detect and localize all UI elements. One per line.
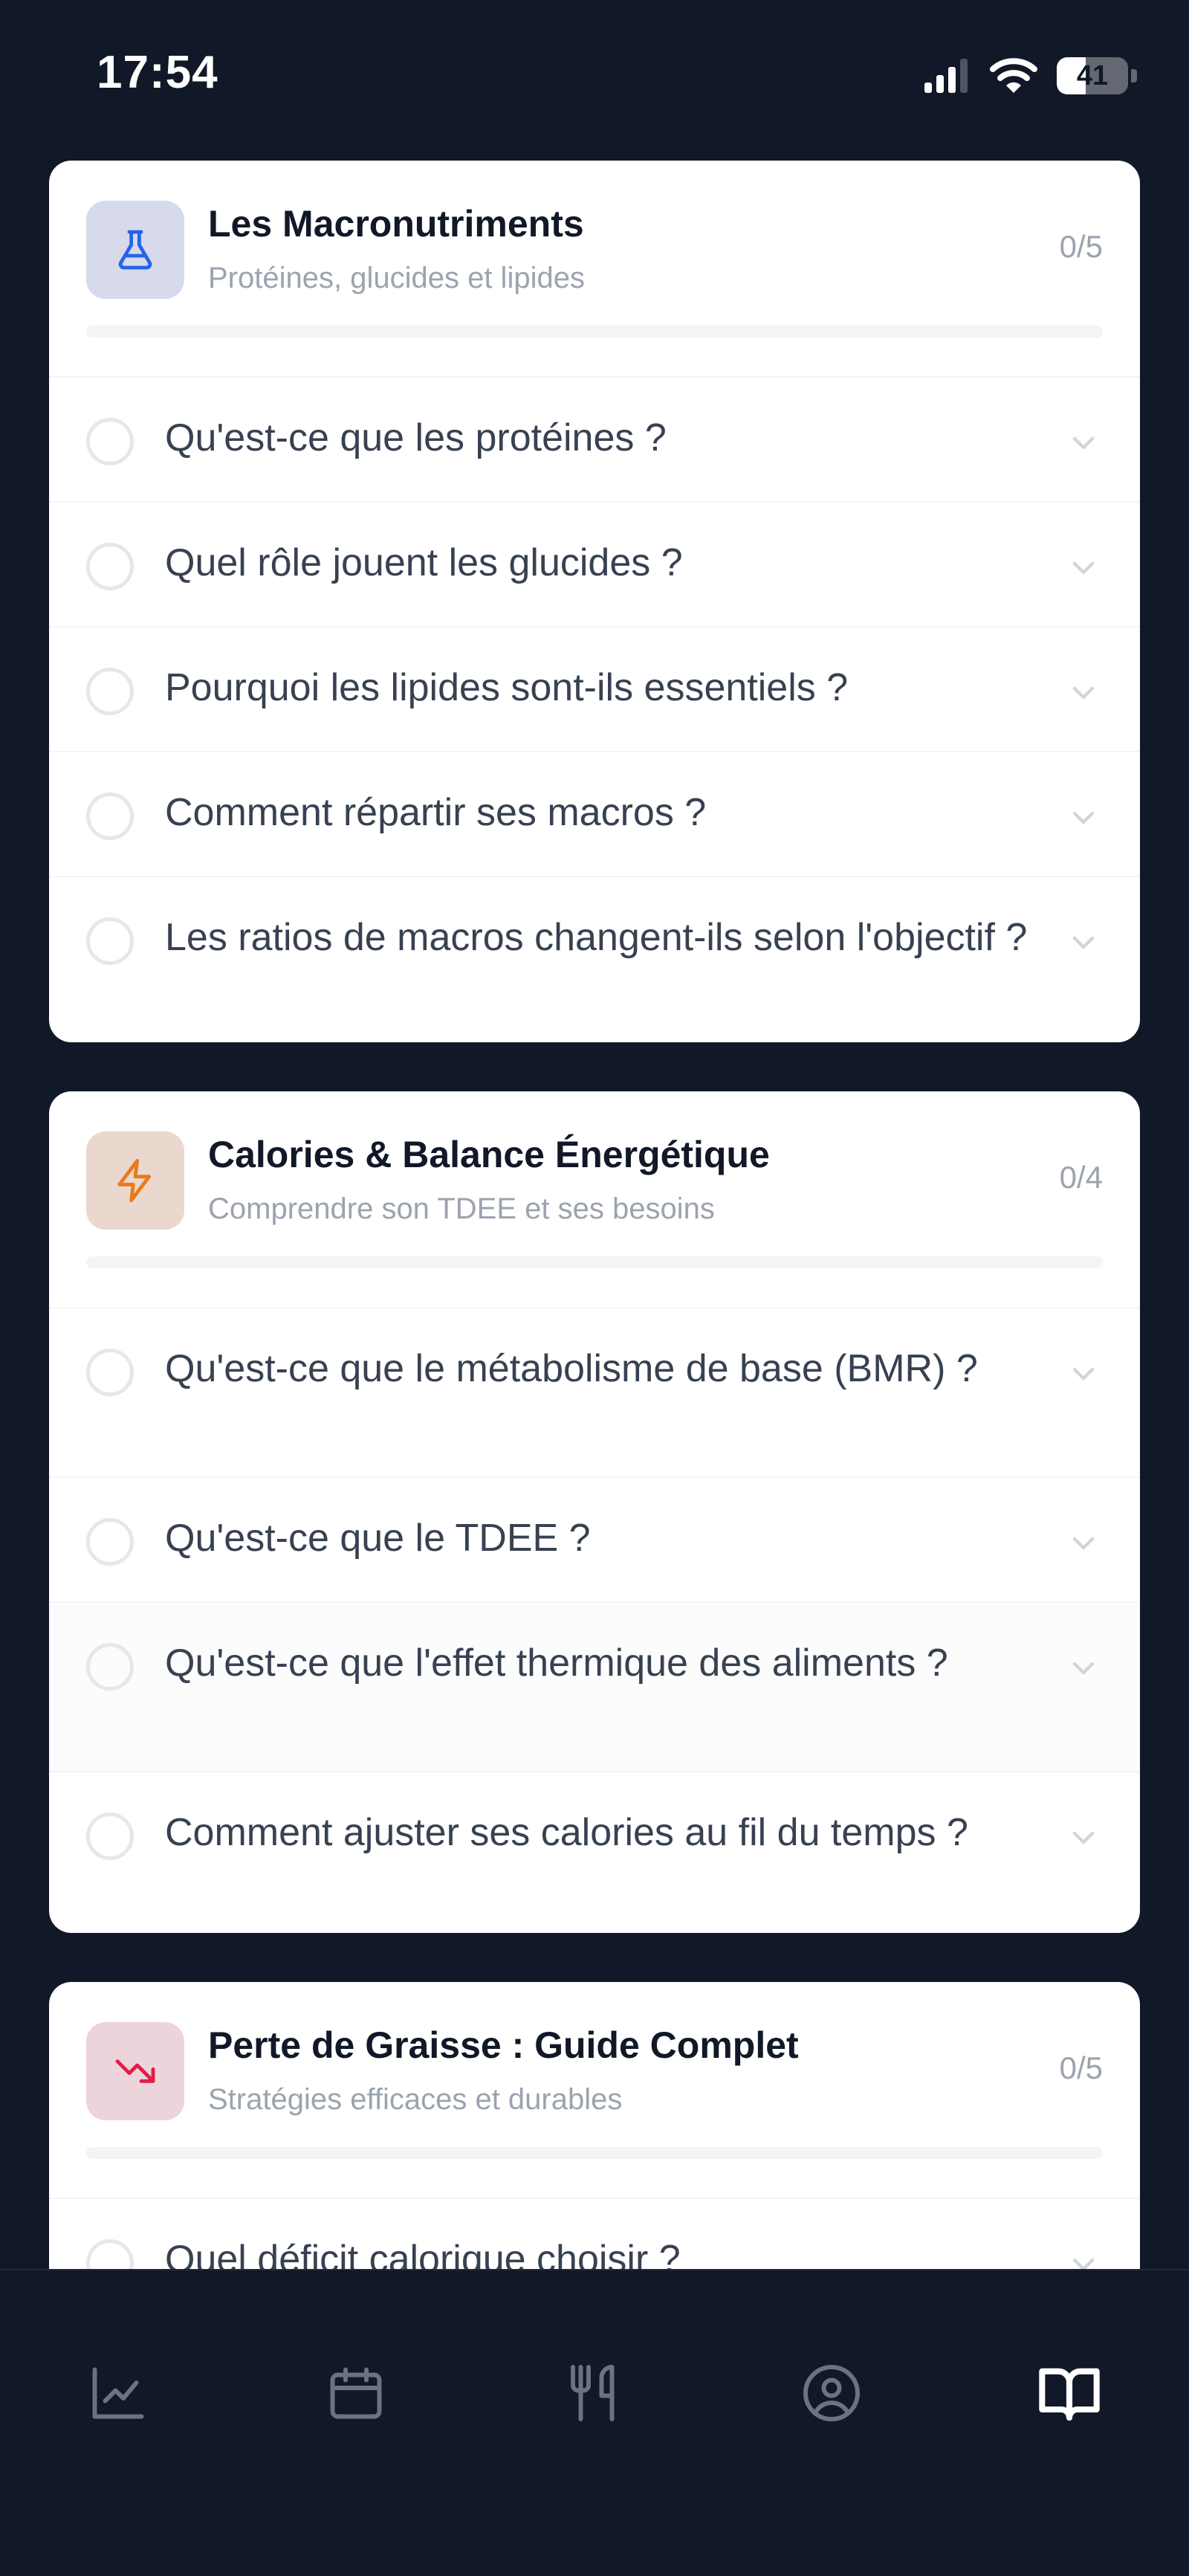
section-header[interactable]: Les Macronutriments Protéines, glucides … — [49, 161, 1140, 376]
section-progress-count: 0/5 — [1059, 2050, 1103, 2085]
chevron-down-icon — [1072, 1662, 1095, 1675]
question-item[interactable]: Qu'est-ce que les protéines ? — [49, 376, 1140, 501]
battery-tip — [1131, 69, 1137, 83]
nav-stats[interactable] — [77, 2352, 159, 2434]
chevron-down-icon — [1072, 811, 1095, 824]
section-header[interactable]: Calories & Balance Énergétique Comprendr… — [49, 1091, 1140, 1307]
question-item[interactable]: Qu'est-ce que l'effet thermique des alim… — [49, 1601, 1140, 1771]
chevron-down-icon — [1072, 686, 1095, 700]
chevron-down-icon — [1072, 436, 1095, 450]
question-item[interactable]: Quel rôle jouent les glucides ? — [49, 501, 1140, 626]
section-title: Perte de Graisse : Guide Complet — [208, 2024, 799, 2066]
section-subtitle: Protéines, glucides et lipides — [208, 262, 585, 294]
learn-scroll-area[interactable]: Les Macronutriments Protéines, glucides … — [0, 0, 1189, 2269]
checkbox-circle[interactable] — [86, 543, 134, 590]
status-time: 17:54 — [97, 47, 218, 98]
question-item[interactable]: Qu'est-ce que le métabolisme de base (BM… — [49, 1307, 1140, 1476]
utensils-icon — [571, 2365, 615, 2421]
signal-icon — [924, 59, 968, 93]
chevron-down-icon — [1072, 1537, 1095, 1550]
status-bar: 17:54 41 — [0, 0, 1189, 149]
question-item[interactable]: Qu'est-ce que le TDEE ? — [49, 1476, 1140, 1601]
question-text: Comment répartir ses macros ? — [165, 791, 707, 834]
book-icon — [1039, 2368, 1100, 2421]
battery-icon: 41 — [1057, 57, 1128, 94]
wifi-icon — [990, 58, 1037, 93]
checkbox-circle[interactable] — [86, 1518, 134, 1566]
section-progress-bar — [86, 2147, 1103, 2159]
checkbox-circle[interactable] — [86, 1643, 134, 1691]
checkbox-circle[interactable] — [86, 1812, 134, 1860]
question-text: Qu'est-ce que les protéines ? — [165, 416, 667, 459]
checkbox-circle[interactable] — [86, 917, 134, 965]
question-text: Quel déficit calorique choisir ? — [165, 2238, 681, 2269]
chart-icon — [92, 2367, 144, 2419]
nav-learn[interactable] — [1028, 2352, 1110, 2434]
question-text: Quel rôle jouent les glucides ? — [165, 541, 683, 584]
chevron-down-icon — [1072, 561, 1095, 575]
question-item[interactable]: Comment répartir ses macros ? — [49, 751, 1140, 876]
section-subtitle: Stratégies efficaces et durables — [208, 2083, 623, 2116]
nav-profile[interactable] — [791, 2352, 872, 2434]
bottom-nav — [0, 2269, 1189, 2576]
checkbox-circle[interactable] — [86, 1349, 134, 1396]
section-progress-bar — [86, 326, 1103, 338]
question-item[interactable]: Quel déficit calorique choisir ? — [49, 2198, 1140, 2269]
section-progress-count: 0/5 — [1059, 229, 1103, 264]
section-card-calories: Calories & Balance Énergétique Comprendr… — [49, 1091, 1140, 1933]
checkbox-circle[interactable] — [86, 2239, 134, 2269]
section-card-fat-loss: Perte de Graisse : Guide Complet Stratég… — [49, 1982, 1140, 2269]
section-title: Les Macronutriments — [208, 203, 584, 245]
section-subtitle: Comprendre son TDEE et ses besoins — [208, 1192, 715, 1225]
question-text: Qu'est-ce que l'effet thermique des alim… — [165, 1642, 948, 1685]
trending-down-icon — [86, 2022, 184, 2120]
flask-icon — [86, 201, 184, 299]
chevron-down-icon — [1072, 936, 1095, 949]
question-item[interactable]: Les ratios de macros changent-ils selon … — [49, 876, 1140, 1042]
calendar-icon — [330, 2367, 382, 2419]
nav-meals[interactable] — [553, 2352, 635, 2434]
checkbox-circle[interactable] — [86, 418, 134, 465]
question-text: Qu'est-ce que le métabolisme de base (BM… — [165, 1347, 978, 1390]
nav-calendar[interactable] — [315, 2352, 397, 2434]
question-item[interactable]: Pourquoi les lipides sont-ils essentiels… — [49, 626, 1140, 751]
section-progress-bar — [86, 1256, 1103, 1268]
section-title: Calories & Balance Énergétique — [208, 1134, 770, 1175]
section-progress-count: 0/4 — [1059, 1160, 1103, 1195]
question-text: Les ratios de macros changent-ils selon … — [165, 916, 1028, 959]
lightning-icon — [86, 1132, 184, 1230]
section-card-macronutrients: Les Macronutriments Protéines, glucides … — [49, 161, 1140, 1042]
checkbox-circle[interactable] — [86, 793, 134, 840]
checkbox-circle[interactable] — [86, 668, 134, 715]
chevron-down-icon — [1072, 1831, 1095, 1844]
question-text: Qu'est-ce que le TDEE ? — [165, 1517, 591, 1560]
battery-percent: 41 — [1076, 59, 1109, 91]
status-icons: 41 — [923, 55, 1137, 97]
section-header[interactable]: Perte de Graisse : Guide Complet Stratég… — [49, 1982, 1140, 2198]
question-text: Pourquoi les lipides sont-ils essentiels… — [165, 666, 849, 709]
profile-icon — [803, 2365, 860, 2421]
question-text: Comment ajuster ses calories au fil du t… — [165, 1811, 968, 1854]
chevron-down-icon — [1072, 2258, 1095, 2269]
chevron-down-icon — [1072, 1367, 1095, 1381]
question-item[interactable]: Comment ajuster ses calories au fil du t… — [49, 1771, 1140, 1933]
